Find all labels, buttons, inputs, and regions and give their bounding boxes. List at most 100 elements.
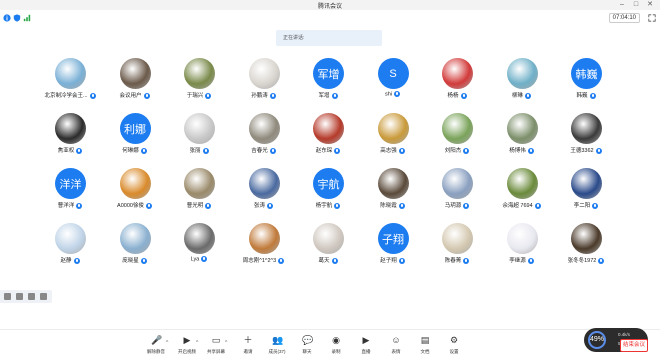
avatar [506,113,538,144]
participant-tile[interactable]: 会议用户 [103,58,167,108]
participant-tile[interactable]: 陈春菁 [425,223,489,273]
live-icon: ▶ [362,335,370,345]
participant-tile[interactable]: 周志刚^1^2^3 [232,223,296,273]
participant-tile[interactable]: 宇航 杨宇航 [296,168,360,218]
participant-tile[interactable]: 高志强 [361,113,425,163]
participant-name: 张涛 [232,201,296,210]
mic-muted-icon [334,147,341,154]
speaker-view-icon[interactable] [28,293,35,300]
participant-tile[interactable]: 张涛 [232,168,296,218]
participant-tile[interactable]: 军增 军增 [296,58,360,108]
avatar: 韩巍 [571,58,602,89]
toolbar-button-settings[interactable]: ⚙ 设置 [441,333,467,359]
chevron-up-icon[interactable]: ^ [166,340,168,346]
toolbar-button-mic[interactable]: 🎤 解除静音 [143,333,169,359]
participant-name-text: 曹光明 [186,203,204,209]
participant-tile[interactable]: 陈晓霞 [361,168,425,218]
participant-tile[interactable]: 葛天 [296,223,360,273]
avatar [119,168,151,199]
participant-name: 杨宇航 [296,201,360,210]
avatar [571,223,602,254]
mic-muted-icon [89,92,96,99]
mic-muted-icon [534,202,541,209]
participant-tile[interactable]: Sshi [361,58,425,108]
toolbar-button-share-screen[interactable]: ▭ 共享屏幕 [203,333,229,359]
participant-tile[interactable]: 吉春光 [232,113,296,163]
toolbar-label: 聊天 [302,349,312,354]
avatar: 洋洋 [55,168,86,199]
participant-tile[interactable]: 刘阳杰 [425,113,489,163]
participant-tile[interactable]: 焦亚权 [38,113,102,163]
members-icon: 👥 [272,335,284,345]
participant-tile[interactable]: 杨博伟 [490,113,554,163]
participant-tile[interactable]: 马玥源 [425,168,489,218]
toolbar-label: 表情 [391,349,401,354]
participant-name-text: 杨宇航 [315,203,333,209]
participant-tile[interactable]: Lya [167,223,231,273]
participant-tile[interactable]: 张丽 [167,113,231,163]
participant-name: 陈春菁 [425,256,489,265]
toolbar-button-members[interactable]: 👥 成员(37) [264,333,290,359]
participant-name: 葛天 [296,256,360,265]
toolbar-label: 录制 [331,349,341,354]
participant-tile[interactable]: 子翔 赵子翔 [361,223,425,273]
avatar [248,58,280,89]
participant-tile[interactable]: 北京制冷学会王... [38,58,102,108]
participant-tile[interactable]: 李二阳 [554,168,618,218]
participant-tile[interactable]: 韩巍 韩巍 [554,58,618,108]
participant-tile[interactable]: 洋洋 曹洋洋 [38,168,102,218]
participant-tile[interactable]: 利娜 何琳娜 [103,113,167,163]
participant-tile[interactable]: 佘海超 7694 [490,168,554,218]
mic-muted-icon [598,257,605,264]
chevron-up-icon[interactable]: ^ [196,340,198,346]
collapse-icon[interactable] [40,293,47,300]
avatar [248,168,280,199]
mic-muted-icon [398,147,405,154]
mic-muted-icon [525,92,531,99]
cpu-usage: 49% [588,331,606,349]
toolbar-label: 成员(37) [268,349,286,354]
avatar [119,223,151,254]
participant-name: Lya [167,256,231,265]
avatar [248,223,280,254]
participant-tile[interactable]: 赵静 [38,223,102,273]
participant-tile[interactable]: A0000徐俊 [103,168,167,218]
chevron-up-icon[interactable]: ^ [225,340,227,346]
participant-tile[interactable]: 曹光明 [167,168,231,218]
toolbar-button-doc[interactable]: ▤ 文档 [412,333,438,359]
gallery-icon[interactable] [16,293,23,300]
participant-tile[interactable]: 于瑞兴 [167,58,231,108]
avatar [55,58,86,89]
mic-muted-icon [76,202,83,209]
participant-tile[interactable]: 李继源 [490,223,554,273]
chat-icon: 💬 [302,335,314,345]
avatar [442,223,473,254]
participant-tile[interactable]: 庞晓星 [103,223,167,273]
participant-name: 孙鹏涛 [232,91,296,100]
toolbar-button-chat[interactable]: 💬 聊天 [294,333,320,359]
participant-tile[interactable]: 张冬冬1972 [554,223,618,273]
participant-tile[interactable]: 孙鹏涛 [232,58,296,108]
mic-muted-icon [398,202,405,209]
participant-tile[interactable]: 王德3362 [554,113,618,163]
participant-name-text: 焦亚权 [57,148,75,154]
layout-icon[interactable] [4,293,11,300]
end-meeting-button[interactable]: 结束会议 [620,339,648,352]
participant-name-text: 陈春菁 [444,258,462,264]
participant-tile[interactable]: 柳琳 [490,58,554,108]
mic-muted-icon [269,147,276,154]
toolbar-label: 邀请 [243,349,253,354]
emoji-icon: ☺ [391,335,401,345]
mic-muted-icon [334,202,341,209]
participant-tile[interactable]: 赵东琛 [296,113,360,163]
toolbar-button-live[interactable]: ▶ 直播 [353,333,379,359]
toolbar-button-invite[interactable]: ＋ 邀请 [235,333,261,359]
participant-name-text: 张冬冬1972 [567,258,597,264]
toolbar-button-emoji[interactable]: ☺ 表情 [383,333,409,359]
toolbar-button-record[interactable]: ◉ 录制 [323,333,349,359]
toolbar-button-camera[interactable]: ▶ 开启视频 [174,333,200,359]
avatar-initials: 利娜 [124,123,146,136]
participant-name-text: 马玥源 [444,203,462,209]
participant-tile[interactable]: 杨杨 [425,58,489,108]
side-toolbar [0,290,52,303]
